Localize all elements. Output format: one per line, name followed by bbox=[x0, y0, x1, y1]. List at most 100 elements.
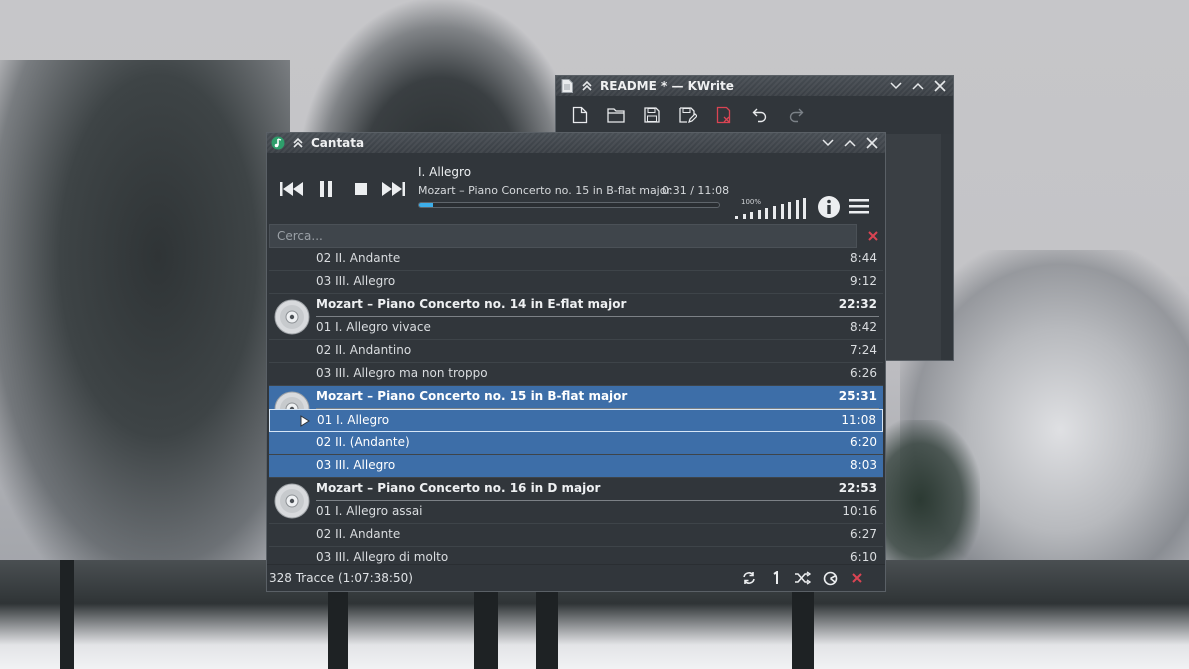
track-title: 02 II. (Andante) bbox=[316, 435, 410, 449]
volume-bar bbox=[757, 210, 761, 219]
track-title: 03 III. Allegro bbox=[316, 274, 396, 288]
track-title: 03 III. Allegro ma non troppo bbox=[316, 366, 488, 380]
volume-bar bbox=[750, 212, 754, 219]
keep-above-icon[interactable] bbox=[291, 136, 305, 150]
album-duration: 22:53 bbox=[838, 481, 877, 495]
track-duration: 9:12 bbox=[850, 274, 877, 288]
next-track-button[interactable] bbox=[378, 176, 408, 202]
cantata-titlebar[interactable]: Cantata bbox=[267, 133, 885, 153]
track-row[interactable]: 02 II. Andante 6:27 bbox=[269, 524, 883, 547]
track-duration: 6:20 bbox=[850, 435, 877, 449]
cantata-window[interactable]: Cantata I. Allegro Mozart – Piano Concer… bbox=[266, 132, 886, 592]
wallpaper-trunk bbox=[792, 590, 814, 669]
track-title: 01 I. Allegro assai bbox=[316, 504, 423, 518]
track-title: 02 II. Andante bbox=[316, 527, 401, 541]
search-bar bbox=[269, 224, 883, 249]
redo-icon[interactable] bbox=[778, 100, 814, 130]
play-queue[interactable]: 02 II. Andante 8:44 03 III. Allegro 9:12 Moz… bbox=[269, 252, 883, 564]
track-progress-fill bbox=[419, 203, 433, 207]
volume-bar bbox=[742, 214, 746, 219]
album-title: Mozart – Piano Concerto no. 16 in D majo… bbox=[316, 481, 601, 495]
info-icon[interactable] bbox=[817, 195, 841, 219]
album-title: Mozart – Piano Concerto no. 14 in E-flat… bbox=[316, 297, 627, 311]
track-progress-slider[interactable] bbox=[418, 202, 720, 208]
track-duration: 6:27 bbox=[850, 527, 877, 541]
track-title: 02 II. Andante bbox=[316, 252, 401, 265]
close-document-icon[interactable] bbox=[706, 100, 742, 130]
track-row[interactable]: 02 II. (Andante) 6:20 bbox=[269, 432, 883, 455]
cantata-app-icon[interactable] bbox=[271, 136, 285, 150]
album-title: Mozart – Piano Concerto no. 15 in B-flat… bbox=[316, 389, 628, 403]
vertical-scrollbar[interactable] bbox=[941, 134, 953, 360]
clear-search-icon[interactable] bbox=[865, 228, 881, 244]
repeat-icon[interactable] bbox=[741, 570, 757, 586]
undo-icon[interactable] bbox=[742, 100, 778, 130]
volume-slider[interactable] bbox=[732, 195, 810, 219]
save-icon[interactable] bbox=[634, 100, 670, 130]
track-duration: 7:24 bbox=[850, 343, 877, 357]
single-track-icon[interactable] bbox=[768, 570, 784, 586]
cantata-window-title: Cantata bbox=[311, 136, 365, 150]
close-button[interactable] bbox=[931, 78, 949, 94]
status-bar: 328 Tracce (1:07:38:50) bbox=[267, 564, 885, 591]
keep-above-icon[interactable] bbox=[580, 79, 594, 93]
album-header-row[interactable]: Mozart – Piano Concerto no. 16 in D majo… bbox=[269, 478, 883, 501]
track-duration: 8:42 bbox=[850, 320, 877, 334]
volume-bar bbox=[735, 216, 738, 219]
kwrite-window-title: README * — KWrite bbox=[600, 79, 734, 93]
player-controls: I. Allegro Mozart – Piano Concerto no. 1… bbox=[267, 153, 885, 221]
kwrite-toolbar bbox=[556, 96, 953, 135]
track-row[interactable]: 03 III. Allegro di molto 6:10 bbox=[269, 547, 883, 564]
kwrite-titlebar[interactable]: README * — KWrite bbox=[556, 76, 953, 96]
minimize-button[interactable] bbox=[887, 78, 905, 94]
track-title: 02 II. Andantino bbox=[316, 343, 412, 357]
track-duration: 11:08 bbox=[841, 413, 876, 427]
track-duration: 8:03 bbox=[850, 458, 877, 472]
volume-bar bbox=[780, 204, 784, 219]
album-header-row[interactable]: Mozart – Piano Concerto no. 14 in E-flat… bbox=[269, 294, 883, 317]
wallpaper-trunk bbox=[328, 590, 348, 669]
new-file-icon[interactable] bbox=[562, 100, 598, 130]
maximize-button[interactable] bbox=[841, 135, 859, 151]
wallpaper-trunk bbox=[474, 590, 498, 669]
now-playing-album: Mozart – Piano Concerto no. 15 in B-flat… bbox=[418, 184, 671, 197]
volume-bar bbox=[803, 198, 807, 219]
track-title: 03 III. Allegro di molto bbox=[316, 550, 449, 564]
volume-bar bbox=[788, 202, 792, 219]
wallpaper-trees-left bbox=[0, 60, 290, 620]
document-icon[interactable] bbox=[560, 79, 574, 93]
track-title: 01 I. Allegro vivace bbox=[316, 320, 431, 334]
track-row[interactable]: 01 I. Allegro assai 10:16 bbox=[269, 501, 883, 524]
save-as-icon[interactable] bbox=[670, 100, 706, 130]
wallpaper-trunk bbox=[536, 590, 558, 669]
stop-button[interactable] bbox=[346, 176, 376, 202]
now-playing-time: 0:31 / 11:08 bbox=[662, 184, 730, 197]
volume-bar bbox=[773, 206, 776, 219]
minimize-button[interactable] bbox=[819, 135, 837, 151]
track-duration: 8:44 bbox=[850, 252, 877, 265]
track-count-label: 328 Tracce (1:07:38:50) bbox=[269, 571, 413, 585]
search-input[interactable] bbox=[269, 224, 857, 248]
hamburger-menu-icon[interactable] bbox=[849, 197, 871, 219]
album-duration: 25:31 bbox=[838, 389, 877, 403]
consume-icon[interactable] bbox=[822, 570, 838, 586]
pause-button[interactable] bbox=[311, 176, 341, 202]
track-row[interactable]: 03 III. Allegro 9:12 bbox=[269, 271, 883, 294]
album-header-row[interactable]: Mozart – Piano Concerto no. 15 in B-flat… bbox=[269, 386, 883, 409]
track-row[interactable]: 03 III. Allegro ma non troppo 6:26 bbox=[269, 363, 883, 386]
track-duration: 10:16 bbox=[842, 504, 877, 518]
wallpaper-trunk bbox=[60, 560, 74, 669]
now-playing-title: I. Allegro bbox=[418, 165, 472, 179]
track-row[interactable]: 02 II. Andante 8:44 bbox=[269, 252, 883, 271]
close-button[interactable] bbox=[863, 135, 881, 151]
open-folder-icon[interactable] bbox=[598, 100, 634, 130]
shuffle-icon[interactable] bbox=[795, 570, 811, 586]
track-title: 01 I. Allegro bbox=[317, 413, 390, 427]
track-row[interactable]: 01 I. Allegro 11:08 bbox=[269, 409, 883, 432]
track-row[interactable]: 02 II. Andantino 7:24 bbox=[269, 340, 883, 363]
track-row[interactable]: 03 III. Allegro 8:03 bbox=[269, 455, 883, 478]
clear-playlist-icon[interactable] bbox=[849, 570, 865, 586]
maximize-button[interactable] bbox=[909, 78, 927, 94]
track-row[interactable]: 01 I. Allegro vivace 8:42 bbox=[269, 317, 883, 340]
previous-track-button[interactable] bbox=[277, 176, 307, 202]
